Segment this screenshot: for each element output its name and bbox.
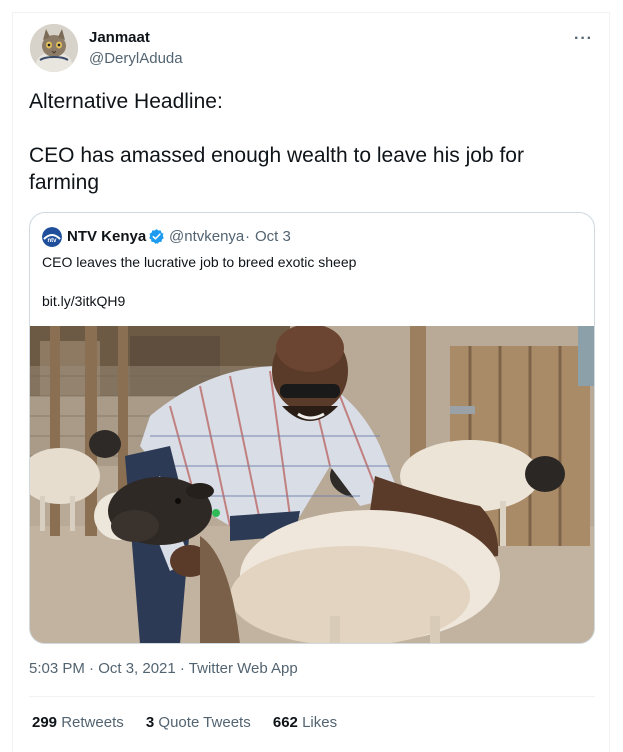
author-name[interactable]: Janmaat <box>89 29 150 46</box>
quoted-tweet[interactable]: ntv NTV Kenya @ntvkenya · Oct 3 CEO leav… <box>29 212 595 644</box>
quotes-count: 3 <box>145 714 155 731</box>
svg-text:ntv: ntv <box>48 238 58 244</box>
author-avatar[interactable] <box>30 24 78 72</box>
cat-avatar-image <box>30 24 78 72</box>
quoted-separator: · <box>245 228 250 245</box>
quoted-date[interactable]: Oct 3 <box>255 228 291 245</box>
more-horizontal-icon[interactable]: ··· <box>574 30 593 48</box>
quoted-author-handle[interactable]: @ntvkenya <box>169 228 244 245</box>
likes-stat[interactable]: 662 Likes <box>273 714 337 731</box>
quote-tweets-stat[interactable]: 3 Quote Tweets <box>146 714 251 731</box>
author-handle[interactable]: @DerylAduda <box>89 50 183 67</box>
divider <box>29 696 595 697</box>
retweets-stat[interactable]: 299 Retweets <box>32 714 124 731</box>
quoted-photo[interactable] <box>30 324 594 643</box>
ntv-logo-icon: ntv <box>42 227 62 247</box>
likes-count: 662 <box>272 714 298 731</box>
quoted-author-name[interactable]: NTV Kenya <box>67 228 146 245</box>
tweet-timestamp[interactable]: 5:03 PM · Oct 3, 2021 · Twitter Web App <box>29 660 298 677</box>
quotes-label: Quote Tweets <box>158 714 251 731</box>
retweets-label: Retweets <box>61 714 124 731</box>
tweet-stats: 299 Retweets 3 Quote Tweets 662 Likes <box>32 714 355 731</box>
quoted-text: CEO leaves the lucrative job to breed ex… <box>42 254 357 270</box>
verified-badge-icon <box>148 228 165 245</box>
quoted-link[interactable]: bit.ly/3itkQH9 <box>42 293 125 309</box>
likes-label: Likes <box>302 714 338 731</box>
photo-man-with-sheep <box>30 324 594 643</box>
retweets-count: 299 <box>32 714 58 731</box>
tweet-text: Alternative Headline: CEO has amassed en… <box>29 90 524 194</box>
